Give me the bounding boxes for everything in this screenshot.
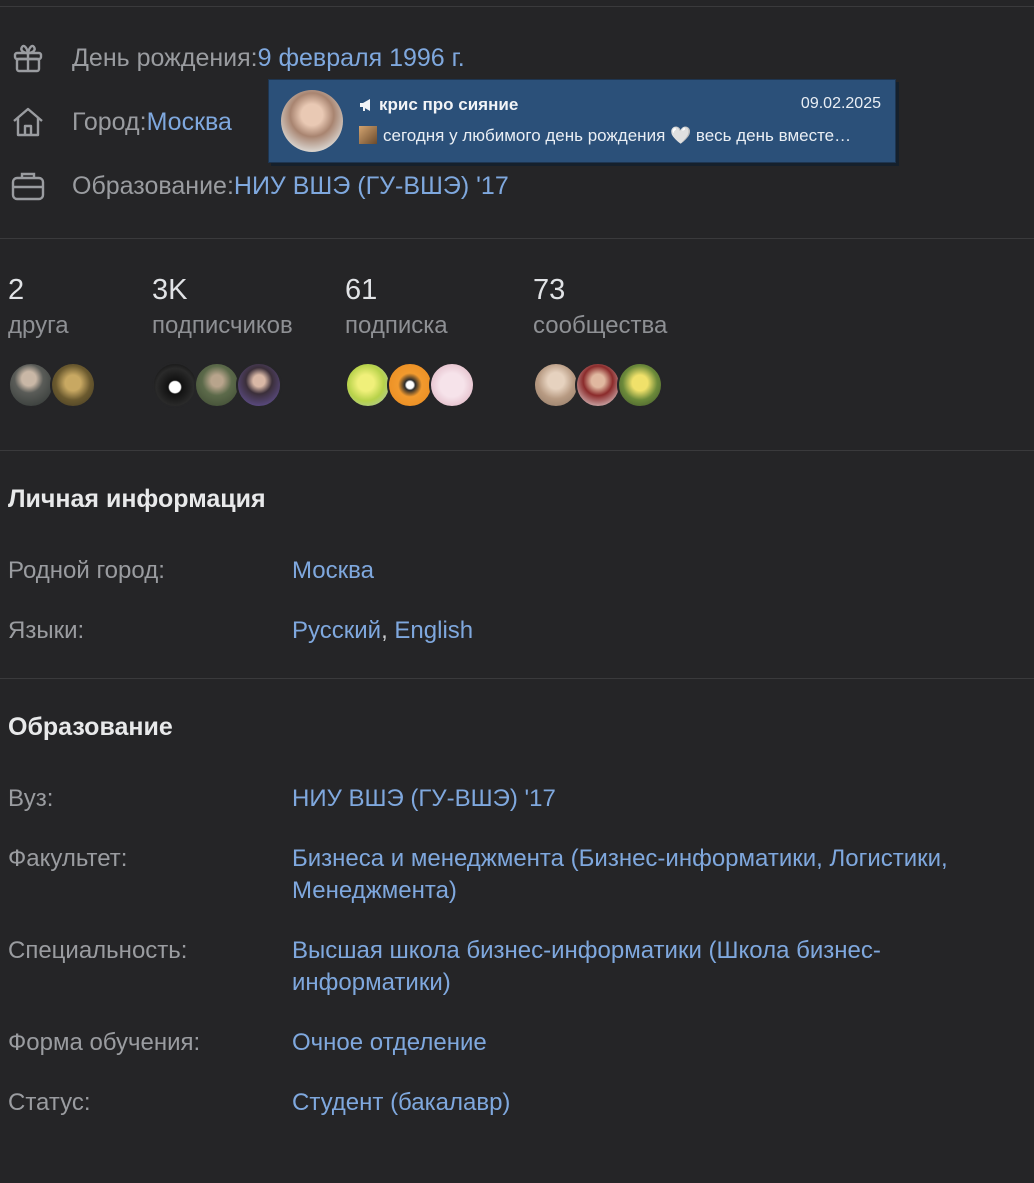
education-title: Образование (8, 713, 173, 741)
language-separator: , (381, 617, 395, 644)
avatar[interactable] (236, 362, 282, 408)
communities-caption: сообщества (533, 312, 668, 339)
avatar[interactable] (194, 362, 240, 408)
faculty-key: Факультет: (8, 845, 128, 872)
top-divider (0, 6, 1034, 7)
communities-count: 73 (533, 274, 566, 306)
city-label: Город: (72, 107, 147, 136)
faculty-link[interactable]: Бизнеса и менеджмента (Бизнес-информатик… (292, 843, 1022, 907)
subscriptions-avatars (345, 362, 475, 408)
followers-stat[interactable]: 3K подписчиков (152, 270, 293, 408)
avatar[interactable] (575, 362, 621, 408)
education-label: Образование: (72, 171, 234, 200)
city-row: Город: Москва (0, 102, 232, 142)
gift-icon (8, 38, 48, 78)
notification-date: 09.02.2025 (800, 95, 881, 112)
friends-avatars (8, 362, 96, 408)
education-row: Образование: НИУ ВШЭ (ГУ-ВШЭ) '17 (0, 166, 509, 206)
education-link[interactable]: НИУ ВШЭ (ГУ-ВШЭ) '17 (234, 172, 509, 201)
specialty-key: Специальность: (8, 937, 188, 964)
divider (0, 450, 1034, 451)
avatar[interactable] (429, 362, 475, 408)
subscriptions-stat[interactable]: 61 подписка (345, 270, 475, 408)
followers-avatars (152, 362, 293, 408)
status-key: Статус: (8, 1089, 91, 1116)
megaphone-icon (359, 97, 375, 117)
status-link[interactable]: Студент (бакалавр) (292, 1087, 1022, 1119)
city-link[interactable]: Москва (147, 108, 232, 137)
friends-count: 2 (8, 274, 25, 306)
notification-sender-name: крис про сияние (379, 95, 519, 114)
personal-info-title: Личная информация (8, 485, 266, 513)
followers-caption: подписчиков (152, 312, 293, 339)
avatar[interactable] (617, 362, 663, 408)
languages-values: Русский, English (292, 615, 1022, 647)
birthday-row: День рождения: 9 февраля 1996 г. (0, 38, 465, 78)
notification-avatar (281, 90, 343, 152)
study-form-key: Форма обучения: (8, 1029, 201, 1056)
avatar[interactable] (387, 362, 433, 408)
hometown-link[interactable]: Москва (292, 555, 1022, 587)
subscriptions-caption: подписка (345, 312, 448, 339)
communities-avatars (533, 362, 667, 408)
specialty-link[interactable]: Высшая школа бизнес-информатики (Школа б… (292, 935, 1022, 999)
language-link[interactable]: Русский (292, 617, 381, 644)
subscriptions-count: 61 (345, 274, 378, 306)
notification-text: сегодня у любимого день рождения 🤍 весь … (383, 126, 852, 145)
avatar[interactable] (533, 362, 579, 408)
home-icon (8, 102, 48, 142)
avatar[interactable] (8, 362, 54, 408)
friends-stat[interactable]: 2 друга (8, 270, 96, 408)
birthday-link[interactable]: 9 февраля 1996 г. (258, 44, 465, 73)
avatar[interactable] (345, 362, 391, 408)
university-link[interactable]: НИУ ВШЭ (ГУ-ВШЭ) '17 (292, 783, 1022, 815)
friends-caption: друга (8, 312, 69, 339)
avatar[interactable] (152, 362, 198, 408)
divider (0, 238, 1034, 239)
birthday-label: День рождения: (72, 43, 258, 72)
briefcase-icon (8, 166, 48, 206)
notification-sender: крис про сияние (359, 95, 518, 117)
notification-thumbnail (359, 126, 377, 144)
notification-popup[interactable]: крис про сияние 09.02.2025 сегодня у люб… (268, 79, 896, 163)
notification-text-row: сегодня у любимого день рождения 🤍 весь … (359, 126, 851, 146)
avatar[interactable] (50, 362, 96, 408)
hometown-key: Родной город: (8, 557, 165, 584)
divider (0, 678, 1034, 679)
language-link[interactable]: English (394, 617, 473, 644)
university-key: Вуз: (8, 785, 54, 812)
languages-key: Языки: (8, 617, 85, 644)
followers-count: 3K (152, 274, 188, 306)
study-form-link[interactable]: Очное отделение (292, 1027, 1022, 1059)
communities-stat[interactable]: 73 сообщества (533, 270, 667, 408)
